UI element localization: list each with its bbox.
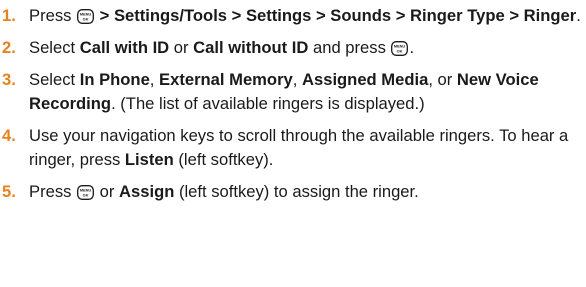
step-text: and press [308, 38, 391, 57]
menu-ok-key-icon: MENU OK [77, 185, 94, 200]
step-text: Press [29, 182, 77, 201]
step-number: 5. [2, 182, 16, 201]
svg-text:MENU: MENU [80, 189, 91, 193]
instruction-steps: 1. Press MENU OK > Settings/Tools > Setti… [0, 0, 586, 204]
step-number: 1. [2, 6, 16, 25]
step-text: Select [29, 38, 80, 57]
step-number: 3. [2, 70, 16, 89]
step-bold-text: In Phone [79, 70, 150, 89]
step-text: . [576, 6, 581, 25]
step-bold-text: > Settings/Tools > Settings > Sounds > R… [95, 6, 577, 25]
step-text: (left softkey). [173, 150, 274, 169]
step-text: . (The list of available ringers is disp… [111, 94, 425, 113]
step-number: 2. [2, 38, 16, 57]
step-text: or [95, 182, 120, 201]
step-number: 4. [2, 126, 16, 145]
step-bold-text: Call without ID [193, 38, 309, 57]
step-bold-text: Listen [124, 150, 174, 169]
step-1: 1. Press MENU OK > Settings/Tools > Setti… [0, 4, 586, 28]
svg-text:OK: OK [83, 194, 89, 198]
step-text: . [409, 38, 415, 57]
step-bold-text: External Memory [159, 70, 293, 89]
svg-text:MENU: MENU [80, 13, 91, 17]
step-bold-text: Assigned Media [302, 70, 429, 89]
step-text: or [169, 38, 194, 57]
step-text: Press [29, 6, 77, 25]
step-5: 5. Press MENU OK or Assign (left softkey)… [0, 180, 586, 204]
step-text: , or [428, 70, 457, 89]
svg-text:OK: OK [83, 18, 89, 22]
svg-text:OK: OK [397, 50, 403, 54]
svg-text:MENU: MENU [394, 45, 405, 49]
step-text: , [292, 70, 302, 89]
step-4: 4. Use your navigation keys to scroll th… [0, 124, 586, 172]
menu-ok-key-icon: MENU OK [77, 9, 94, 24]
step-text: (left softkey) to assign the ringer. [174, 182, 419, 201]
step-bold-text: Call with ID [79, 38, 170, 57]
step-bold-text: Assign [119, 182, 175, 201]
step-text: Select [29, 70, 80, 89]
step-3: 3. Select In Phone, External Memory, Ass… [0, 68, 586, 116]
step-text: , [149, 70, 160, 89]
menu-ok-key-icon: MENU OK [391, 41, 409, 56]
step-2: 2. Select Call with ID or Call without I… [0, 36, 586, 60]
step-text: Use your navigation keys to scroll throu… [29, 126, 569, 169]
